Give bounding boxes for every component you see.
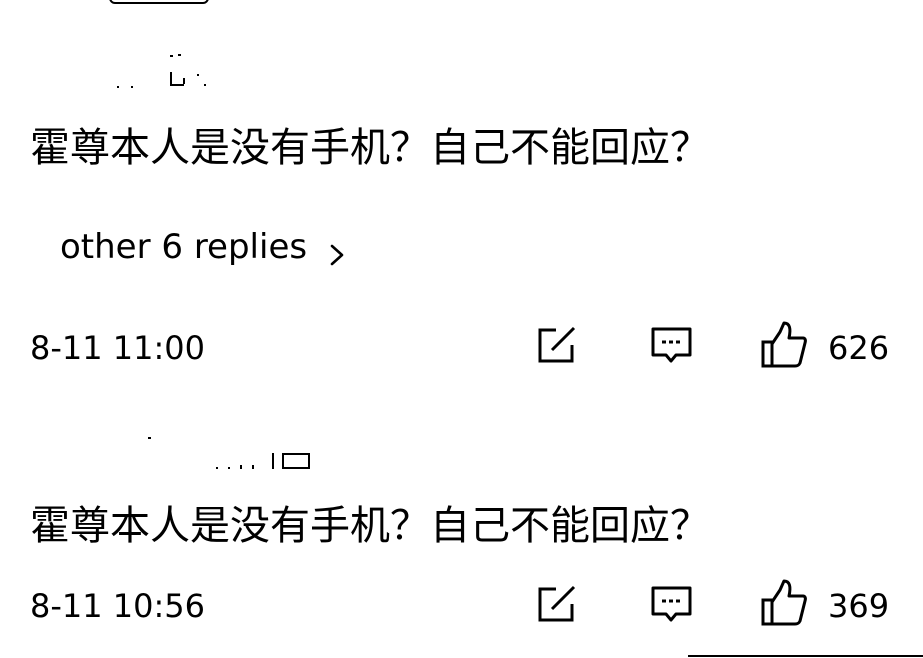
redacted-username <box>100 52 220 88</box>
edit-icon <box>538 585 576 622</box>
comment-text: 霍尊本人是没有手机？自己不能回应？ <box>30 125 710 171</box>
view-replies-link[interactable]: other 6 replies <box>60 226 347 268</box>
comment-button[interactable] <box>650 325 694 371</box>
replies-link-label: other 6 replies <box>60 227 308 267</box>
comment-timestamp: 8-11 10:56 <box>30 587 206 625</box>
comment-icon <box>651 327 692 363</box>
thumbs-up-icon <box>761 579 807 626</box>
comment-button[interactable] <box>650 584 694 630</box>
divider <box>688 655 923 657</box>
like-count: 626 <box>828 329 890 367</box>
edit-icon <box>538 326 576 363</box>
comment-text: 霍尊本人是没有手机？自己不能回应？ <box>30 503 710 549</box>
edit-button[interactable] <box>536 325 580 369</box>
redacted-username <box>140 435 330 469</box>
like-count: 369 <box>828 587 890 625</box>
thumbs-up-icon <box>761 321 807 368</box>
edit-button[interactable] <box>536 584 580 628</box>
comment-icon <box>651 586 692 622</box>
comment-timestamp: 8-11 11:00 <box>30 329 206 367</box>
previous-item-border <box>109 0 209 4</box>
like-button[interactable] <box>760 578 808 632</box>
chevron-right-icon <box>327 235 347 266</box>
like-button[interactable] <box>760 320 808 374</box>
